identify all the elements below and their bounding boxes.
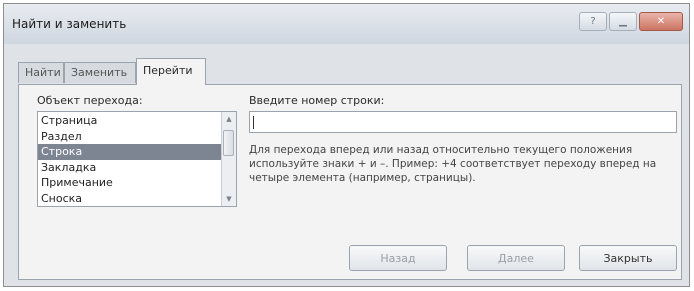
list-item-selected[interactable]: Строка: [38, 144, 222, 160]
close-window-button[interactable]: ✕: [639, 12, 683, 31]
question-icon: ?: [590, 16, 596, 27]
next-button-label: Далее: [498, 251, 534, 265]
title-bar: Найти и заменить ? ▁ ✕: [4, 4, 689, 44]
next-button[interactable]: Далее: [467, 245, 565, 271]
help-button[interactable]: ?: [579, 12, 607, 31]
goto-what-list[interactable]: Страница Раздел Строка Закладка Примечан…: [37, 111, 237, 207]
line-number-input[interactable]: [249, 111, 677, 133]
scroll-down-icon[interactable]: ▼: [225, 195, 233, 203]
previous-button[interactable]: Назад: [349, 245, 447, 271]
close-icon: ✕: [656, 16, 666, 27]
list-item[interactable]: Страница: [38, 113, 222, 129]
scroll-up-icon[interactable]: ▲: [225, 115, 233, 123]
find-replace-dialog: Найти и заменить ? ▁ ✕ Найти Заменить Пе…: [3, 3, 690, 287]
previous-button-label: Назад: [380, 251, 416, 265]
window-title: Найти и заменить: [12, 17, 127, 31]
close-button[interactable]: Закрыть: [579, 245, 677, 271]
tab-goto[interactable]: Перейти: [136, 58, 206, 85]
tab-replace-label: Заменить: [71, 66, 128, 79]
list-scrollbar[interactable]: ▲ ▼: [221, 112, 236, 206]
list-item[interactable]: Раздел: [38, 129, 222, 145]
minimize-button[interactable]: ▁: [609, 12, 637, 31]
tab-find[interactable]: Найти: [18, 62, 64, 83]
goto-what-label: Объект перехода:: [37, 94, 143, 107]
help-text: Для перехода вперед или назад относитель…: [249, 144, 657, 184]
scroll-thumb[interactable]: [223, 130, 234, 156]
list-item[interactable]: Закладка: [38, 160, 222, 176]
goto-panel: Объект перехода: Страница Раздел Строка …: [18, 84, 682, 280]
minimize-icon: ▁: [619, 16, 627, 27]
tab-goto-label: Перейти: [143, 64, 193, 77]
close-button-label: Закрыть: [603, 251, 653, 265]
text-caret: [253, 116, 254, 129]
list-item[interactable]: Примечание: [38, 175, 222, 191]
list-items: Страница Раздел Строка Закладка Примечан…: [38, 113, 222, 206]
window-controls: ? ▁ ✕: [579, 12, 683, 31]
tab-replace[interactable]: Заменить: [64, 62, 136, 83]
list-item[interactable]: Сноска: [38, 191, 222, 207]
enter-number-label: Введите номер строки:: [249, 94, 385, 107]
tab-find-label: Найти: [25, 66, 61, 79]
